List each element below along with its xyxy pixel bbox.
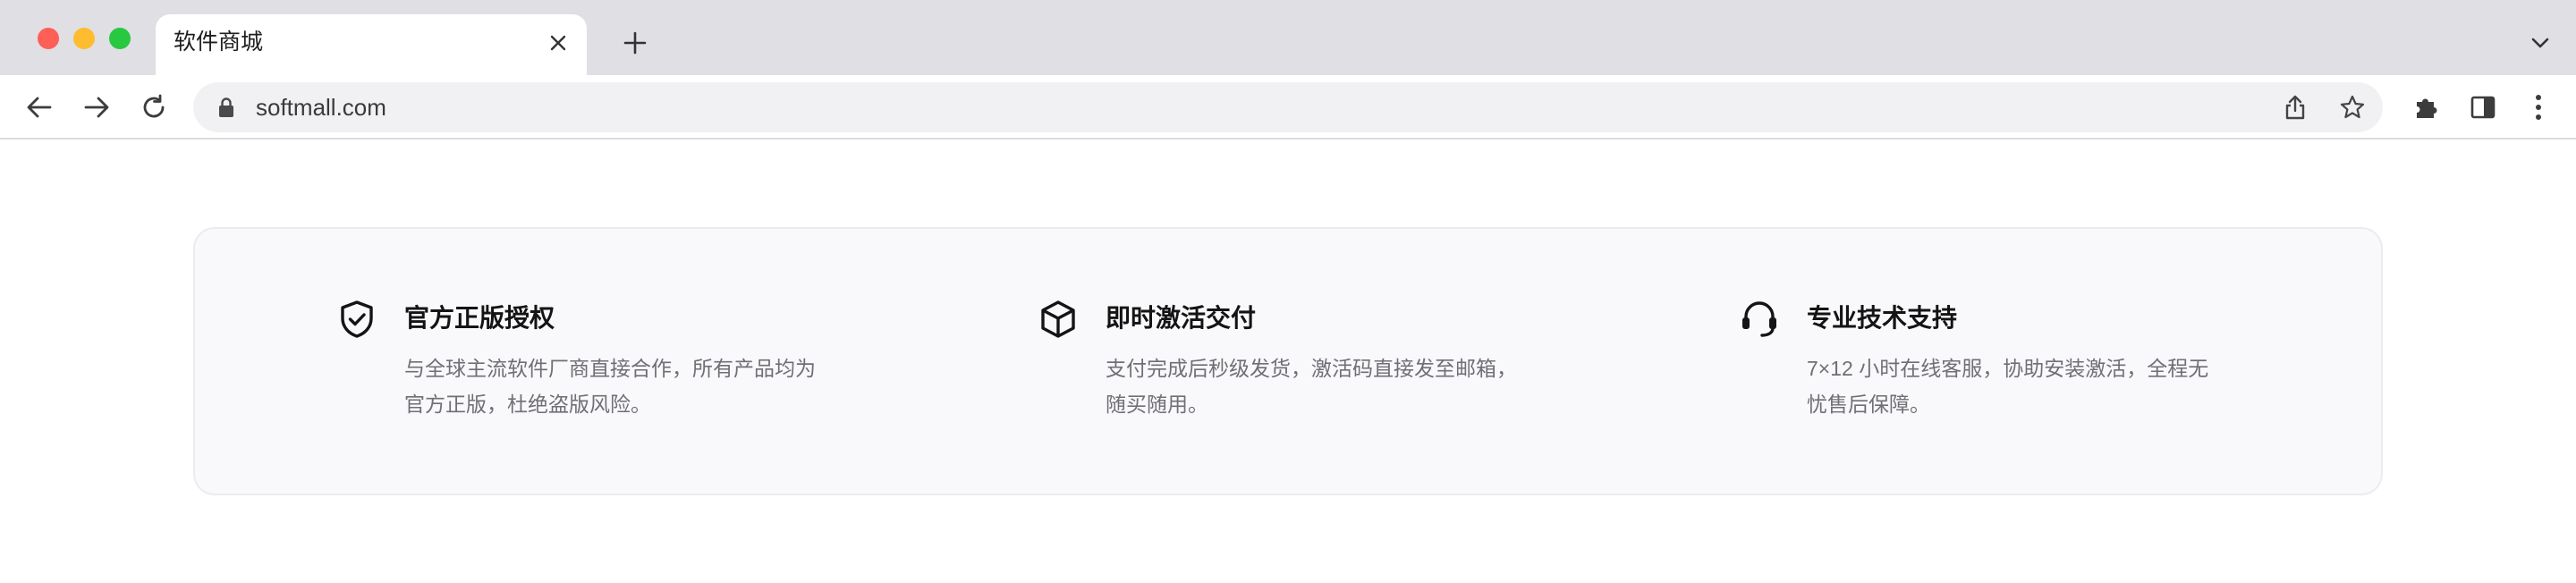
shield-check-icon bbox=[341, 300, 373, 338]
reload-icon[interactable] bbox=[134, 88, 174, 127]
window-close-button[interactable] bbox=[38, 28, 59, 49]
feature-description: 与全球主流软件厂商直接合作，所有产品均为 官方正版，杜绝盗版风险。 bbox=[404, 351, 852, 422]
window-minimize-button[interactable] bbox=[73, 28, 95, 49]
feature-title: 官方正版授权 bbox=[404, 304, 555, 332]
feature-description: 7×12 小时在线客服，协助安装激活，全程无 忧售后保障。 bbox=[1807, 351, 2254, 422]
feature-description-line: 7×12 小时在线客服，协助安装激活，全程无 bbox=[1807, 357, 2209, 380]
box-icon bbox=[1041, 300, 1075, 338]
extensions-puzzle-icon[interactable] bbox=[2406, 88, 2445, 127]
feature-description: 支付完成后秒级发货，激活码直接发至邮箱， 随买随用。 bbox=[1106, 351, 1553, 422]
new-tab-icon[interactable] bbox=[619, 27, 651, 59]
page-content: 官方正版授权 与全球主流软件厂商直接合作，所有产品均为 官方正版，杜绝盗版风险。… bbox=[0, 141, 2576, 583]
feature-description-line: 官方正版，杜绝盗版风险。 bbox=[404, 393, 651, 416]
headset-icon bbox=[1742, 301, 1776, 337]
feature-description-line: 支付完成后秒级发货，激活码直接发至邮箱， bbox=[1106, 357, 1517, 380]
lock-icon bbox=[219, 97, 233, 117]
features-card: 官方正版授权 与全球主流软件厂商直接合作，所有产品均为 官方正版，杜绝盗版风险。… bbox=[193, 227, 2383, 495]
url-text: softmall.com bbox=[256, 94, 386, 121]
feature-description-line: 忧售后保障。 bbox=[1807, 393, 1930, 416]
feature-title: 即时激活交付 bbox=[1106, 304, 1257, 332]
feature-description-line: 随买随用。 bbox=[1106, 393, 1208, 416]
browser-tab-active[interactable]: 软件商城 bbox=[156, 14, 587, 75]
back-arrow-icon[interactable] bbox=[20, 88, 59, 127]
browser-toolbar: softmall.com bbox=[0, 75, 2576, 139]
address-bar[interactable]: softmall.com bbox=[193, 82, 2383, 132]
window-maximize-button[interactable] bbox=[109, 28, 131, 49]
side-panel-icon[interactable] bbox=[2463, 88, 2503, 127]
feature-title: 专业技术支持 bbox=[1807, 304, 1958, 332]
bookmark-star-icon[interactable] bbox=[2336, 91, 2368, 123]
forward-arrow-icon[interactable] bbox=[77, 88, 116, 127]
feature-description-line: 与全球主流软件厂商直接合作，所有产品均为 bbox=[404, 357, 816, 380]
browser-tab-strip: 软件商城 bbox=[0, 0, 2576, 75]
tab-close-icon[interactable] bbox=[544, 29, 572, 57]
share-icon[interactable] bbox=[2279, 91, 2311, 123]
more-vertical-icon[interactable] bbox=[2519, 88, 2558, 127]
chevron-down-icon[interactable] bbox=[2524, 27, 2556, 59]
tab-title: 软件商城 bbox=[174, 30, 264, 55]
